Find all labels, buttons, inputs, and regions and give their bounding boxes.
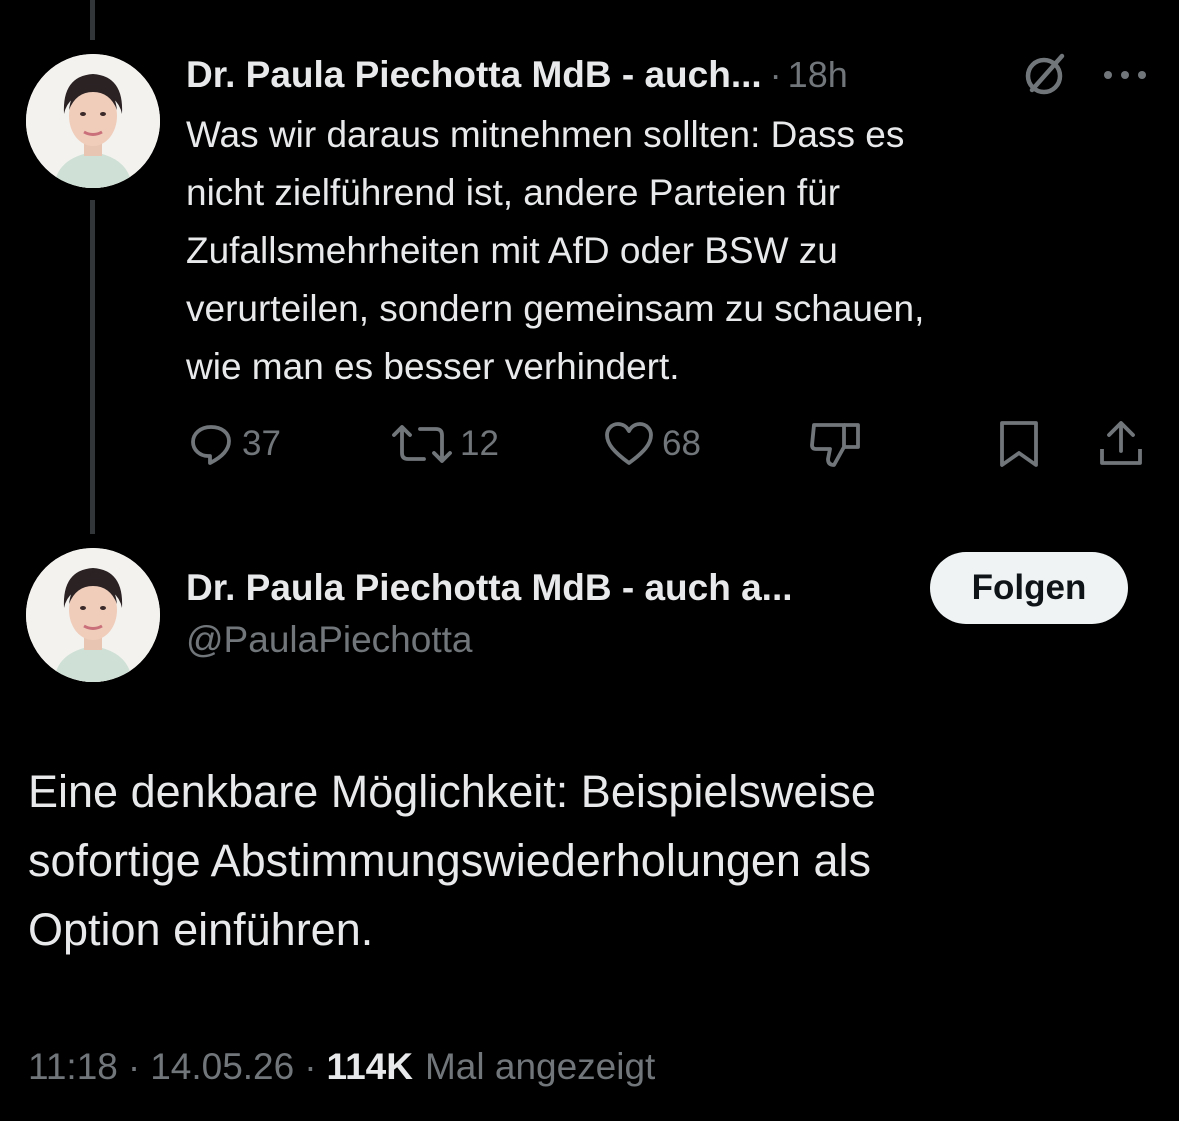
- thread-line-connector: [90, 200, 95, 534]
- tweet-text-line: verurteilen, sondern gemeinsam zu schaue…: [186, 288, 925, 329]
- tweet-date[interactable]: 14.05.26: [150, 1046, 294, 1088]
- share-icon: [1100, 421, 1142, 465]
- tweet-text-line: wie man es besser verhindert.: [186, 346, 680, 387]
- parent-tweet-header: Dr. Paula Piechotta MdB - auch... · 18h: [186, 52, 848, 98]
- timestamp[interactable]: 18h: [788, 54, 848, 96]
- reply-button[interactable]: 37: [188, 418, 281, 470]
- avatar-portrait: [26, 548, 160, 682]
- avatar-portrait: [26, 54, 160, 188]
- avatar[interactable]: [26, 54, 160, 188]
- views-count[interactable]: 114K: [327, 1046, 413, 1088]
- tweet-meta: 11:18 · 14.05.26 · 114K Mal angezeigt: [28, 1042, 655, 1092]
- retweet-button[interactable]: 12: [392, 418, 499, 470]
- bookmark-icon: [1000, 421, 1038, 467]
- dislike-icon: [810, 423, 860, 467]
- user-handle[interactable]: @PaulaPiechotta: [186, 614, 793, 666]
- dislike-button[interactable]: [808, 418, 872, 470]
- display-name[interactable]: Dr. Paula Piechotta MdB - auch a...: [186, 562, 793, 614]
- retweet-count: 12: [460, 424, 499, 463]
- tweet-time[interactable]: 11:18: [28, 1046, 118, 1088]
- separator: ·: [304, 1046, 317, 1087]
- parent-tweet-text: Was wir daraus mitnehmen sollten: Dass e…: [186, 106, 1146, 396]
- display-name[interactable]: Dr. Paula Piechotta MdB - auch...: [186, 54, 762, 96]
- tweet-text-line: Option einführen.: [28, 904, 374, 955]
- tweet-text-line: Eine denkbare Möglichkeit: Beispielsweis…: [28, 766, 876, 817]
- like-icon: [605, 422, 653, 465]
- like-button[interactable]: 68: [604, 418, 701, 470]
- reply-icon: [191, 425, 231, 465]
- tweet-text-line: Was wir daraus mitnehmen sollten: Dass e…: [186, 114, 905, 155]
- follow-button[interactable]: Folgen: [930, 552, 1128, 624]
- views-label: Mal angezeigt: [424, 1046, 656, 1087]
- reply-count: 37: [242, 424, 281, 463]
- like-count: 68: [662, 424, 701, 463]
- separator: ·: [769, 54, 782, 95]
- retweet-icon: [392, 425, 452, 463]
- avatar[interactable]: [26, 548, 160, 682]
- main-tweet-header: Dr. Paula Piechotta MdB - auch a... @Pau…: [186, 562, 793, 666]
- tweet-text-line: Zufallsmehrheiten mit AfD oder BSW zu: [186, 230, 838, 271]
- tweet-text-line: sofortige Abstimmungswiederholungen als: [28, 835, 871, 886]
- bookmark-button[interactable]: [996, 418, 1050, 470]
- tweet-text-line: nicht zielführend ist, andere Parteien f…: [186, 172, 841, 213]
- main-tweet-text: Eine denkbare Möglichkeit: Beispielsweis…: [28, 757, 1148, 964]
- grok-icon[interactable]: [1018, 50, 1070, 102]
- separator: ·: [127, 1046, 141, 1087]
- thread-line-top: [90, 0, 95, 40]
- more-icon[interactable]: [1100, 60, 1150, 90]
- share-button[interactable]: [1098, 418, 1152, 470]
